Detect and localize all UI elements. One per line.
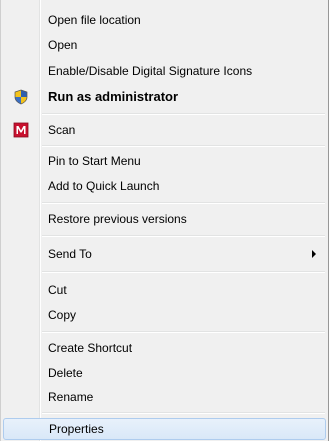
menu-item-label: Scan: [48, 123, 76, 137]
menu-item-label: Pin to Start Menu: [48, 154, 141, 168]
menu-item-copy[interactable]: Copy: [3, 304, 326, 326]
menu-item-delete[interactable]: Delete: [3, 362, 326, 384]
menu-separator: [42, 145, 325, 147]
menu-item-label: Send To: [48, 247, 92, 261]
menu-item-open[interactable]: Open: [3, 34, 326, 56]
mcafee-m-icon: [13, 122, 29, 138]
menu-item-cut[interactable]: Cut: [3, 279, 326, 301]
menu-item-label: Open: [48, 38, 78, 52]
menu-separator: [42, 202, 325, 204]
uac-shield-icon: [13, 89, 29, 105]
menu-item-restore-previous-versions[interactable]: Restore previous versions: [3, 208, 326, 230]
menu-item-label: Run as administrator: [48, 89, 179, 104]
menu-item-create-shortcut[interactable]: Create Shortcut: [3, 337, 326, 359]
menu-item-label: Delete: [48, 366, 83, 380]
menu-item-label: Copy: [48, 308, 77, 322]
menu-separator: [42, 412, 325, 414]
menu-item-open-file-location[interactable]: Open file location: [3, 9, 326, 31]
menu-item-label: Rename: [48, 390, 94, 404]
menu-item-label: Properties: [49, 422, 104, 436]
menu-item-label: Add to Quick Launch: [48, 179, 160, 193]
menu-item-label: Open file location: [48, 13, 141, 27]
menu-separator: [42, 271, 325, 273]
menu-item-pin-to-start-menu[interactable]: Pin to Start Menu: [3, 150, 326, 172]
submenu-arrow-icon: [312, 250, 316, 258]
context-menu: Open file location Open Enable/Disable D…: [0, 0, 329, 441]
menu-item-label: Cut: [48, 283, 67, 297]
menu-item-enable-disable-signature-icons[interactable]: Enable/Disable Digital Signature Icons: [3, 60, 326, 82]
menu-item-scan[interactable]: Scan: [3, 119, 326, 141]
menu-separator: [42, 331, 325, 333]
menu-item-label: Create Shortcut: [48, 341, 133, 355]
menu-separator: [42, 113, 325, 115]
menu-item-send-to[interactable]: Send To: [3, 243, 326, 265]
menu-item-run-as-administrator[interactable]: Run as administrator: [3, 86, 326, 108]
menu-item-add-to-quick-launch[interactable]: Add to Quick Launch: [3, 175, 326, 197]
menu-item-rename[interactable]: Rename: [3, 386, 326, 408]
menu-item-label: Enable/Disable Digital Signature Icons: [48, 64, 253, 78]
menu-separator: [42, 235, 325, 237]
menu-item-properties[interactable]: Properties: [3, 418, 326, 440]
menu-item-label: Restore previous versions: [48, 212, 187, 226]
